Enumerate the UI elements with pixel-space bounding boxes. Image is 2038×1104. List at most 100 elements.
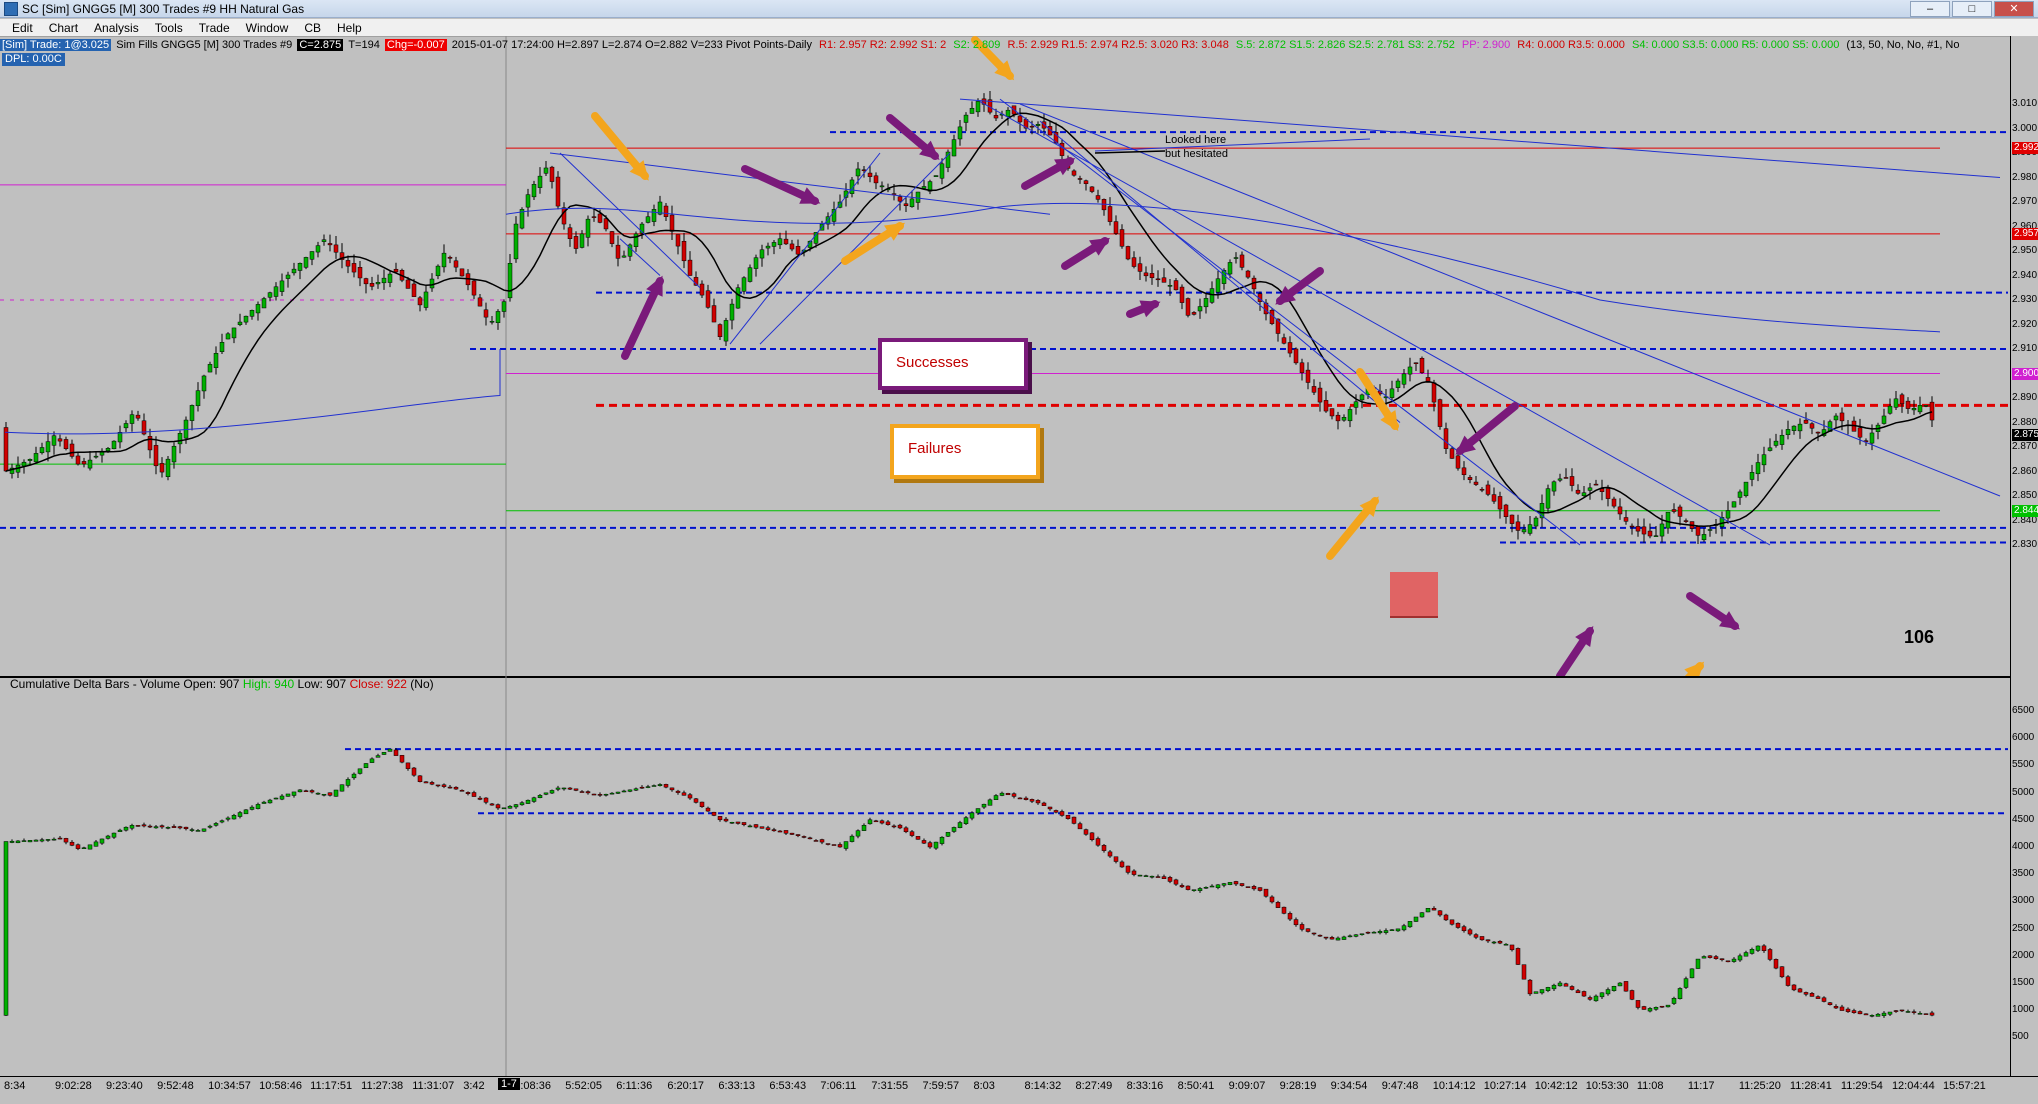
delta-bar-body (1413, 916, 1419, 922)
delta-bar-body (1563, 983, 1569, 987)
pivot-r4-level: R4: 0.000 R3.5: 0.000 (1517, 39, 1625, 51)
delta-bar-body (1545, 987, 1551, 991)
candle-body (429, 278, 435, 289)
delta-bar-body (1539, 989, 1545, 994)
menu-analysis[interactable]: Analysis (86, 21, 147, 35)
close-button[interactable]: ✕ (1994, 1, 2034, 17)
delta-bar-body (1779, 966, 1785, 978)
candle-body (1887, 405, 1893, 414)
window-title: SC [Sim] GNGG5 [M] 300 Trades #9 HH Natu… (22, 2, 305, 16)
delta-bar-body (843, 841, 849, 849)
candle-body (1317, 387, 1323, 403)
delta-bar-body (141, 824, 147, 827)
delta-bar-body (1515, 948, 1521, 965)
time-axis[interactable] (0, 1076, 2038, 1104)
delta-bar-body (519, 802, 525, 806)
volume-tick-label: 1000 (2012, 1004, 2035, 1016)
candle-body (69, 443, 75, 457)
volume-tick-label: 1500 (2012, 977, 2035, 988)
candle-body (453, 260, 459, 268)
candle-body (393, 268, 399, 273)
candle-body (939, 163, 945, 179)
candle-body (717, 324, 723, 337)
sim-trade-badge: [Sim] Trade: 1@3.025 (0, 39, 112, 51)
delta-bar-body (993, 795, 999, 800)
delta-bar-body (681, 792, 687, 796)
volume-tick-label: 4000 (2012, 841, 2035, 852)
menu-cb[interactable]: CB (296, 21, 329, 35)
red-marker-box (1390, 572, 1438, 618)
candle-body (1131, 257, 1137, 267)
candle-body (483, 309, 489, 318)
menu-edit[interactable]: Edit (4, 21, 41, 35)
delta-bar-body (213, 823, 219, 826)
cumulative-delta-chart[interactable] (0, 676, 2010, 1076)
delta-bar-body (1467, 929, 1473, 935)
time-tick-label: 8:14:32 (1024, 1080, 1062, 1092)
candle-body (1911, 408, 1917, 411)
delta-bar-body (657, 784, 663, 786)
candle-body (219, 342, 225, 352)
candle-body (1929, 401, 1935, 421)
price-axis[interactable] (2010, 36, 2038, 1076)
menu-tools[interactable]: Tools (147, 21, 191, 35)
delta-bar-body (1005, 793, 1011, 796)
delta-bar-body (1419, 912, 1425, 918)
candle-body (759, 249, 765, 259)
delta-bar-body (201, 828, 207, 832)
menu-window[interactable]: Window (238, 21, 297, 35)
candle-body (771, 242, 777, 247)
pivot-s4-level: S4: 0.000 S3.5: 0.000 R5: 0.000 S5: 0.00… (1631, 39, 1840, 51)
time-tick-label: 11:17 (1687, 1080, 1715, 1092)
candle-body (225, 333, 231, 340)
delta-bar-body (687, 794, 693, 799)
delta-bar-body (1851, 1010, 1857, 1013)
menu-help[interactable]: Help (329, 21, 370, 35)
candle-body (1227, 262, 1233, 275)
delta-bar-body (1185, 885, 1191, 890)
candle-body (777, 238, 783, 246)
candle-body (291, 268, 297, 274)
candle-body (1341, 417, 1347, 421)
delta-bar-body (1491, 941, 1497, 944)
delta-bar-body (39, 839, 45, 842)
candle-body (369, 283, 375, 287)
maximize-button[interactable]: □ (1952, 1, 1992, 17)
app-icon (4, 2, 18, 16)
candle-body (315, 245, 321, 253)
candle-body (1809, 423, 1815, 429)
price-tick-label: 2.880 (2012, 416, 2038, 428)
delta-bar-body (483, 797, 489, 803)
menu-bar: Edit Chart Analysis Tools Trade Window C… (0, 19, 2038, 37)
candle-body (1143, 272, 1149, 277)
candle-body (591, 216, 597, 218)
study-params: (13, 50, No, No, #1, No (1846, 39, 1960, 51)
delta-bar-body (75, 844, 81, 849)
delta-bar-body (543, 792, 549, 795)
delta-bar-body (669, 787, 675, 791)
time-tick-label: 7:59:57 (922, 1080, 960, 1092)
menu-trade[interactable]: Trade (191, 21, 238, 35)
delta-bar-body (1659, 1005, 1665, 1008)
candle-body (1785, 429, 1791, 436)
candle-body (615, 244, 621, 259)
candle-body (321, 239, 327, 242)
candle-body (75, 455, 81, 465)
minimize-button[interactable]: – (1910, 1, 1950, 17)
menu-chart[interactable]: Chart (41, 21, 86, 35)
delta-bar-body (1107, 851, 1113, 857)
candle-body (1761, 454, 1767, 466)
delta-bar-body (729, 821, 735, 824)
delta-bar-body (783, 830, 789, 834)
candle-body (189, 405, 195, 421)
delta-bar-body (81, 847, 87, 850)
window-controls: – □ ✕ (1910, 0, 2034, 18)
candle-body (513, 223, 519, 260)
delta-bar-body (1239, 883, 1245, 886)
delta-bar-body (537, 795, 543, 799)
candle-body (1029, 125, 1035, 128)
candle-body (231, 327, 237, 339)
candle-body (1137, 263, 1143, 272)
candle-body (555, 176, 561, 207)
candle-body (33, 453, 39, 463)
